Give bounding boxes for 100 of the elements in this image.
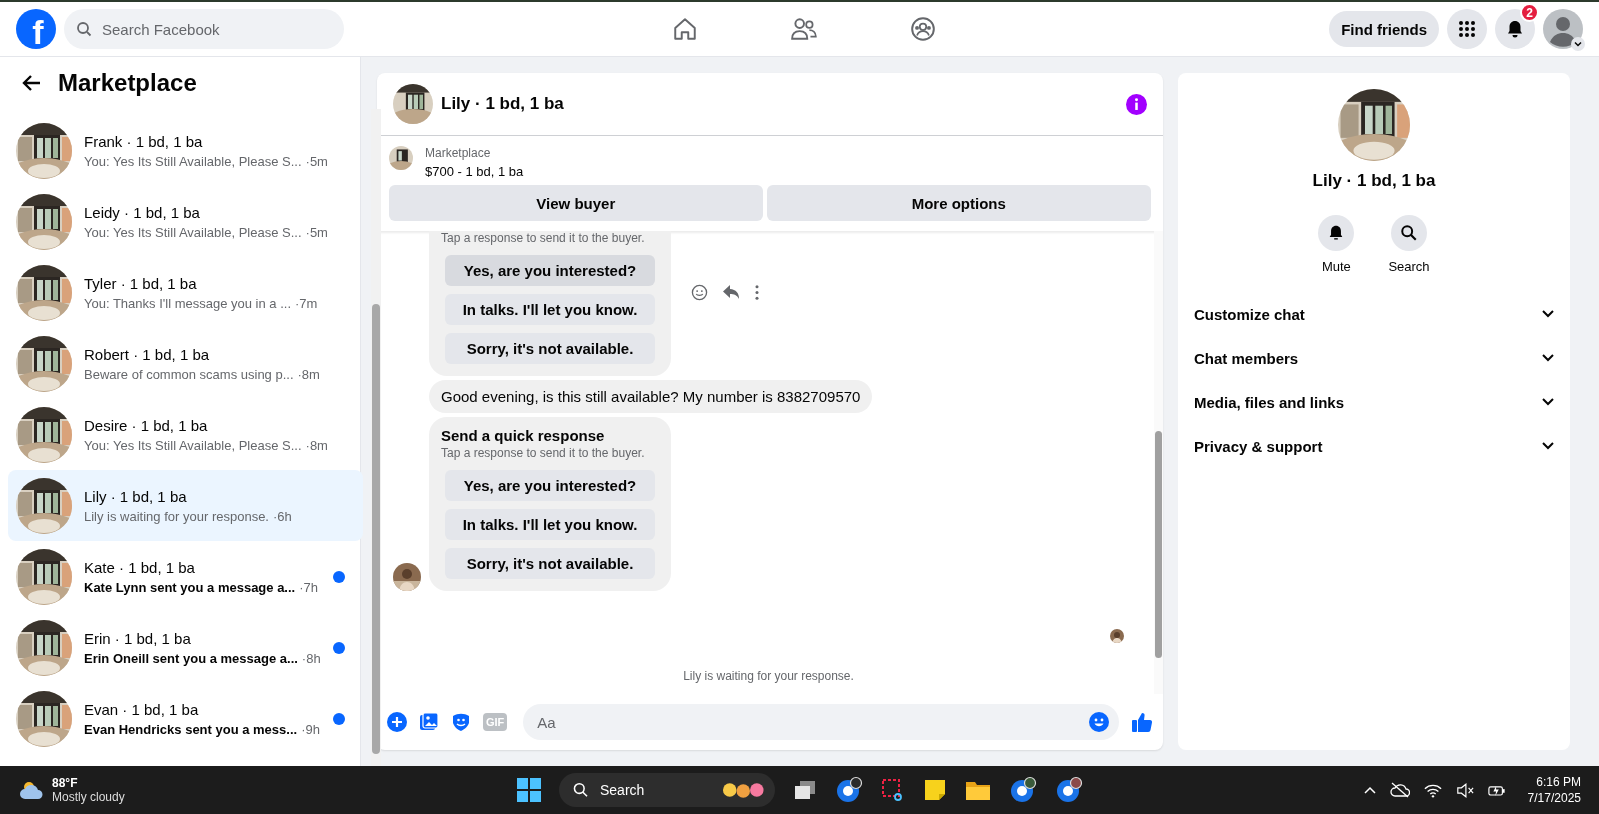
quick-response-button[interactable]: Yes, are you interested? [445,470,655,501]
facebook-logo[interactable]: f [16,9,56,49]
folder-icon[interactable] [964,779,991,801]
conversation-name: Erin · 1 bd, 1 ba [84,629,192,647]
browser-icon[interactable] [1008,776,1037,804]
quick-response-button[interactable]: Sorry, it's not available. [445,333,655,364]
quick-response-button[interactable]: In talks. I'll let you know. [445,509,655,540]
scrollbar[interactable] [370,109,381,766]
message-preview: You: Yes Its Still Available, Please S... [84,153,302,169]
accordion-item[interactable]: Customize chat [1194,292,1554,336]
thumbs-up-icon[interactable] [1131,711,1153,733]
notification-badge: 2 [1520,3,1539,22]
wifi-icon[interactable] [1423,782,1442,798]
sticker-icon[interactable] [451,712,471,732]
message-preview: Beware of common scams using p... [84,366,294,382]
conversation-item[interactable]: Robert · 1 bd, 1 ba Beware of common scams using p... ·8m [8,328,363,399]
grid-icon [1458,20,1476,38]
info-icon[interactable] [1126,93,1147,115]
conversation-item[interactable]: Frank · 1 bd, 1 ba You: Yes Its Still Available, Please S... ·5m [8,115,363,186]
action-label: Search [1388,259,1430,274]
conversation-item[interactable]: Desire · 1 bd, 1 ba You: Yes Its Still Available, Please S... ·8m [8,399,363,470]
groups-icon[interactable] [910,16,936,42]
message-time: ·9h [301,721,320,737]
search-icon [76,21,92,37]
quick-response-button[interactable]: Yes, are you interested? [445,255,655,286]
clock-date: 7/17/2025 [1527,790,1581,807]
plus-icon[interactable] [387,712,407,732]
view-buyer-button[interactable]: View buyer [389,185,763,221]
image-icon[interactable] [419,712,439,732]
conversation-name: Kate · 1 bd, 1 ba [84,558,196,576]
more-icon[interactable] [754,283,760,301]
browser-icon[interactable] [834,776,863,804]
card-subtitle: Tap a response to send it to the buyer. [441,231,646,245]
message-preview: Kate Lynn sent you a message a... [84,579,296,595]
conversation-name: Tyler · 1 bd, 1 ba [84,274,198,292]
back-arrow-icon[interactable] [22,73,42,93]
message-time: ·8h [301,650,321,666]
conversation-name: Frank · 1 bd, 1 ba [84,132,204,150]
message-time: ·8m [305,437,328,453]
chevron-up-icon[interactable] [1363,786,1376,794]
quick-response-button[interactable]: In talks. I'll let you know. [445,294,655,325]
bell-icon [1505,19,1525,39]
accordion-item[interactable]: Chat members [1194,336,1554,380]
accordion-item[interactable]: Privacy & support [1194,424,1554,468]
profile-avatar[interactable] [1543,9,1583,49]
emoji-icon[interactable] [1089,712,1109,732]
find-friends-button[interactable]: Find friends [1329,11,1439,47]
taskbar-search-input[interactable]: Search [597,781,712,799]
taskbar-search-field[interactable]: Search [558,773,775,807]
search-field[interactable]: Search Facebook [64,9,344,49]
unread-dot [332,641,345,654]
message-bubble: Good evening, is this still available? My number is 8382709570 [429,380,873,413]
search-icon [1400,224,1418,242]
conversation-name: Lily · 1 bd, 1 ba [84,487,188,505]
message-time: ·8m [297,366,320,382]
menu-button[interactable] [1447,9,1487,49]
message-time: ·7h [299,579,318,595]
more-options-button[interactable]: More options [766,185,1151,221]
message-time: ·7m [295,295,318,311]
snipping-tool-icon[interactable] [880,778,905,802]
search-button[interactable] [1391,215,1427,251]
browser-icon[interactable] [1054,776,1083,804]
action-label: Mute [1321,259,1351,274]
card-title: Send a quick response [441,427,606,444]
sticky-note-icon[interactable] [922,778,947,802]
unread-dot [332,570,345,583]
accordion-item[interactable]: Media, files and links [1194,380,1554,424]
message-time: ·5m [305,153,328,169]
listing-source: Marketplace [425,146,492,160]
conversation-item[interactable]: Kate · 1 bd, 1 ba Kate Lynn sent you a message a... ·7h [8,541,363,612]
home-icon[interactable] [672,16,698,42]
message-preview: Evan Hendricks sent you a mess... [84,721,298,737]
chat-status: Lily is waiting for your response. [682,668,855,685]
chat-title: Lily · 1 bd, 1 ba [441,94,565,114]
conversation-item[interactable]: Evan · 1 bd, 1 ba Evan Hendricks sent you a mess... ·9h [8,683,363,754]
conversation-name: Evan · 1 bd, 1 ba [84,700,200,718]
conversation-item[interactable]: Leidy · 1 bd, 1 ba You: Yes Its Still Available, Please S... ·5m [8,186,363,257]
conversation-item[interactable]: Lily · 1 bd, 1 ba Lily is waiting for your response. ·6h [8,470,363,541]
friends-icon[interactable] [790,16,818,42]
card-subtitle: Tap a response to send it to the buyer. [441,446,646,460]
quick-response-button[interactable]: Sorry, it's not available. [445,548,655,579]
reply-icon[interactable] [722,283,740,301]
mute-button[interactable] [1318,215,1355,251]
chevron-down-icon [1571,37,1585,51]
message-time: ·6h [273,508,292,524]
conversation-item[interactable]: Tyler · 1 bd, 1 ba You: Thanks I'll message you in a ... ·7m [8,257,363,328]
emoji-drawing [721,781,765,799]
message-text-input[interactable]: Aa [535,712,1089,732]
search-input[interactable]: Search Facebook [100,19,332,39]
message-preview: You: Yes Its Still Available, Please S... [84,224,302,240]
smiley-icon[interactable] [691,283,708,301]
task-view-icon[interactable] [792,778,817,802]
unread-dot [332,712,345,725]
windows-icon[interactable] [516,778,541,802]
conversation-name: Robert · 1 bd, 1 ba [84,345,211,363]
cloud-off-icon[interactable] [1389,782,1410,798]
speaker-muted-icon[interactable] [1455,782,1474,798]
scrollbar[interactable] [1154,231,1163,694]
message-input[interactable]: Aa [523,704,1119,740]
conversation-item[interactable]: Erin · 1 bd, 1 ba Erin Oneill sent you a message a... ·8h [8,612,363,683]
